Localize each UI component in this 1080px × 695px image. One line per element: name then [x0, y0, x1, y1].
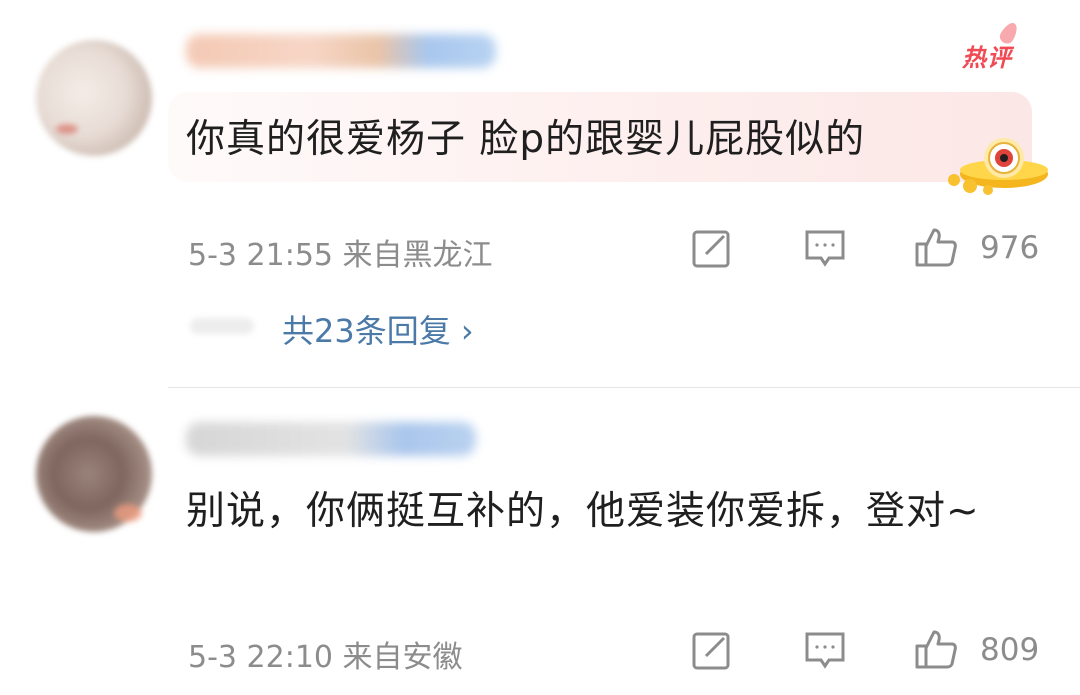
comment-meta: 5-3 22:10 来自安徽 — [188, 632, 463, 676]
username-blurred[interactable] — [186, 34, 496, 68]
comment-text: 别说，你俩挺互补的，他爱装你爱拆，登对~ — [186, 489, 980, 534]
thumbs-up-icon[interactable] — [914, 626, 958, 670]
comment-item: 别说，你俩挺互补的，他爱装你爱拆，登对~ 5-3 22:10 来自安徽 809 — [0, 388, 1080, 695]
like-count: 809 — [980, 632, 1040, 668]
avatar[interactable] — [36, 40, 152, 156]
comment-location: 来自安徽 — [342, 640, 463, 675]
comment-meta: 5-3 21:55 来自黑龙江 — [188, 230, 493, 274]
ufo-sticker-icon — [948, 138, 1048, 195]
comment-date: 5-3 21:55 — [188, 238, 333, 273]
view-replies-link[interactable]: 共23条回复 › — [282, 306, 474, 352]
reply-avatars-blurred — [190, 318, 254, 334]
thumbs-up-icon[interactable] — [914, 224, 958, 268]
like-count: 976 — [980, 230, 1040, 266]
comment-location: 来自黑龙江 — [342, 238, 493, 273]
comment-icon[interactable] — [803, 226, 847, 270]
comment-text: 你真的很爱杨子 脸p的跟婴儿屁股似的 — [186, 117, 866, 162]
hot-comment-badge: 热评 — [962, 44, 1012, 72]
share-edit-icon[interactable] — [690, 226, 734, 270]
username-blurred[interactable] — [186, 422, 476, 456]
comment-date: 5-3 22:10 — [188, 640, 333, 675]
comment-item: 热评 你真的很爱杨子 脸p的跟婴儿屁股似的 5-3 21:55 来自黑龙江 97… — [0, 0, 1080, 388]
avatar[interactable] — [36, 416, 152, 532]
comment-icon[interactable] — [803, 628, 847, 672]
share-edit-icon[interactable] — [690, 628, 734, 672]
